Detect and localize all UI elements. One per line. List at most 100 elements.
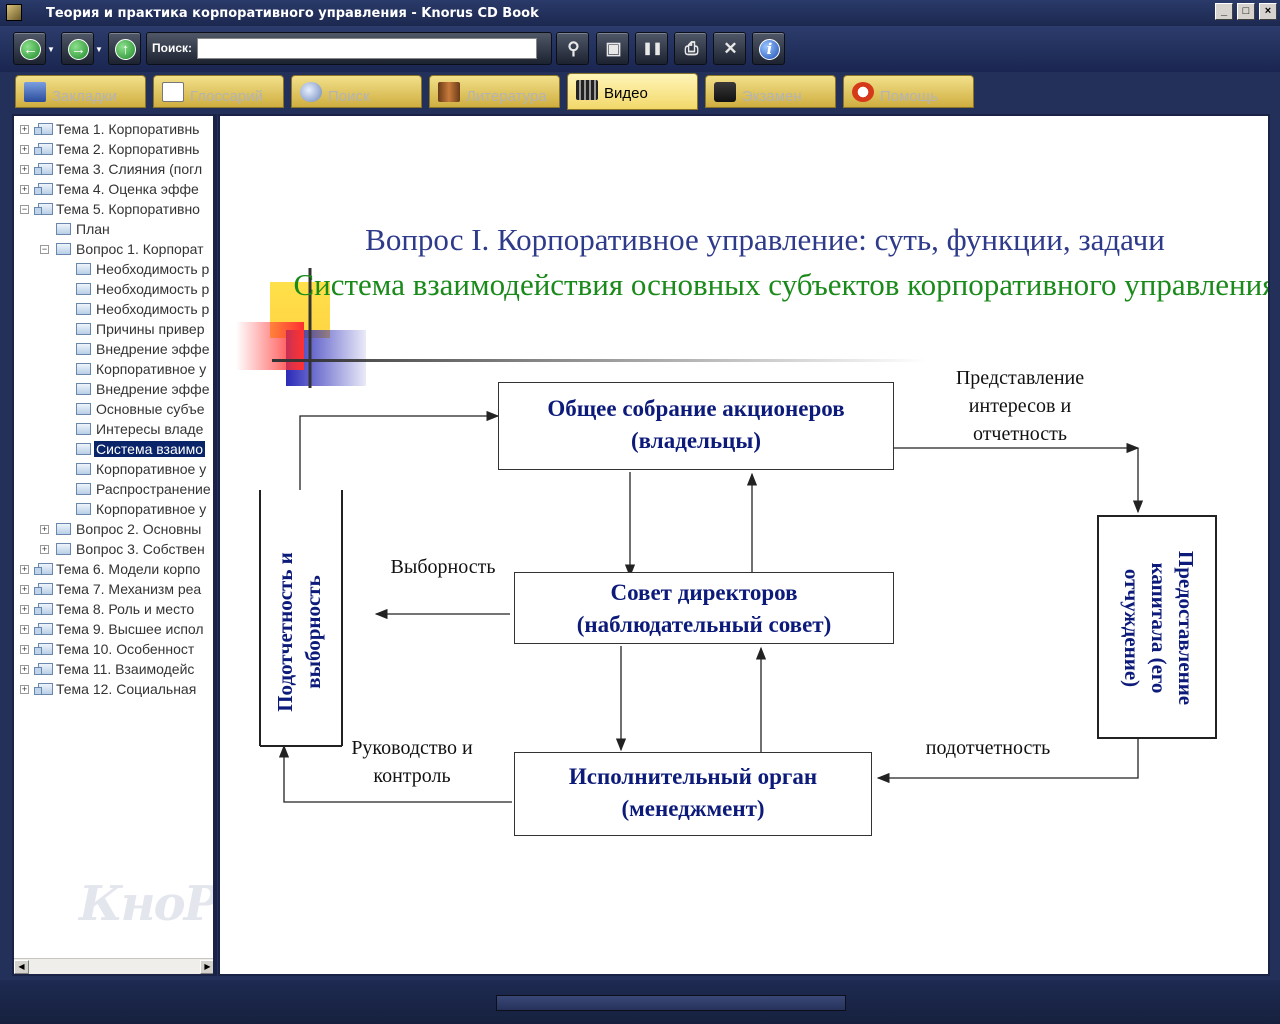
tree-item[interactable]: Корпоративное у [14,460,214,480]
find-button[interactable]: ⚲ [556,32,589,65]
bookmark-button[interactable]: ❚❚ [635,32,668,65]
panel-splitter[interactable] [213,116,217,974]
abc-icon [162,82,184,102]
page-slider[interactable] [496,995,846,1011]
topic-icon [34,163,53,175]
title-bar: Теория и практика корпоративного управле… [0,0,1280,26]
tree-item-label: Тема 4. Оценка эффе [56,181,199,197]
arrow-up-icon: ↑ [115,39,136,60]
tab-search[interactable]: Поиск [291,75,422,108]
tab-glossary[interactable]: Глоссарий [153,75,284,108]
tree-item-label: Необходимость р [96,261,210,277]
tree-item-label: Необходимость р [96,301,210,317]
page-icon [76,283,91,295]
tab-help[interactable]: Помощь [843,75,974,108]
tree-item[interactable]: + Тема 12. Социальная [14,680,214,700]
up-button[interactable]: ↑ [108,32,141,65]
app-icon[interactable] [6,4,22,21]
slide-viewer: Вопрос I. Корпоративное управление: суть… [218,114,1270,976]
tree-item[interactable]: + Вопрос 2. Основны [14,520,214,540]
maximize-button[interactable]: □ [1237,3,1255,20]
forward-button[interactable]: → [61,32,94,65]
collapse-icon[interactable]: − [40,245,49,254]
tree-item[interactable]: + Тема 8. Роль и место [14,600,214,620]
screen-button[interactable]: ▣ [596,32,629,65]
tree-item[interactable]: Необходимость р [14,260,214,280]
tree-item[interactable]: Необходимость р [14,300,214,320]
tree-item[interactable]: Необходимость р [14,280,214,300]
tree-item[interactable]: Распространение [14,480,214,500]
page-icon [76,363,91,375]
tree-item[interactable]: + Тема 9. Высшее испол [14,620,214,640]
toolbar: ← ▼ → ▼ ↑ Поиск: ⚲ ▣ ❚❚ ⎙ ✕ i [0,26,1280,72]
tree-item-label: Необходимость р [96,281,210,297]
expand-icon[interactable]: + [20,165,29,174]
tools-button[interactable]: ✕ [713,32,746,65]
back-history-dropdown[interactable]: ▼ [47,45,55,55]
tree-item-label: Распространение [96,481,211,497]
back-button[interactable]: ← [13,32,46,65]
info-button[interactable]: i [752,32,785,65]
tree-item[interactable]: + Тема 10. Особенност [14,640,214,660]
tree-item[interactable]: Интересы владе [14,420,214,440]
print-button[interactable]: ⎙ [674,32,707,65]
window-title: Теория и практика корпоративного управле… [46,6,539,21]
tree-item[interactable]: + Тема 1. Корпоративнь [14,120,214,140]
tab-literature[interactable]: Литература [429,75,560,108]
topic-icon [34,623,53,635]
tab-label: Поиск [328,88,370,105]
magnifier-icon [300,82,322,102]
collapse-icon[interactable]: − [20,205,29,214]
slide-subtitle: Система взаимодействия основных субъекто… [293,267,1270,302]
tree-item[interactable]: Система взаимо [14,440,214,460]
expand-icon[interactable]: + [20,645,29,654]
page-icon [76,443,91,455]
tree-item[interactable]: Корпоративное у [14,360,214,380]
expand-icon[interactable]: + [20,605,29,614]
expand-icon[interactable]: + [20,565,29,574]
tree-item[interactable]: Основные субъе [14,400,214,420]
expand-icon[interactable]: + [40,525,49,534]
box-line: Совет директоров [610,580,798,605]
horizontal-scrollbar[interactable]: ◀ ▶ [14,958,215,974]
expand-icon[interactable]: + [20,185,29,194]
expand-icon[interactable]: + [20,585,29,594]
expand-icon[interactable]: + [20,665,29,674]
tab-exam[interactable]: Экзамен [705,75,836,108]
tree-item[interactable]: − Тема 5. Корпоративно [14,200,214,220]
tab-bookmarks[interactable]: Закладки [15,75,146,108]
expand-icon[interactable]: + [20,625,29,634]
scroll-left-button[interactable]: ◀ [14,960,29,974]
tree-item-label: Вопрос 2. Основны [76,521,202,537]
magnifier-icon: ⚲ [567,39,580,58]
expand-icon[interactable]: + [20,685,29,694]
tree-item[interactable]: + Тема 7. Механизм реа [14,580,214,600]
tree-item[interactable]: + Вопрос 3. Собствен [14,540,214,560]
tree-item[interactable]: + Тема 2. Корпоративнь [14,140,214,160]
tab-label: Помощь [880,88,938,105]
expand-icon[interactable]: + [40,545,49,554]
tree-item[interactable]: + Тема 3. Слияния (погл [14,160,214,180]
tree-item[interactable]: + Тема 6. Модели корпо [14,560,214,580]
tab-label: Литература [466,88,547,105]
tree-item[interactable]: − Вопрос 1. Корпорат [14,240,214,260]
forward-history-dropdown[interactable]: ▼ [95,45,103,55]
expand-icon[interactable]: + [20,125,29,134]
label-line: Представление [955,367,1085,389]
tree-item[interactable]: Корпоративное у [14,500,214,520]
expand-icon[interactable]: + [20,145,29,154]
tree-item[interactable]: + Тема 4. Оценка эффе [14,180,214,200]
tab-video[interactable]: Видео [567,73,698,110]
close-button[interactable]: × [1259,3,1277,20]
tree-item[interactable]: Внедрение эффе [14,380,214,400]
minimize-button[interactable]: _ [1215,3,1233,20]
tree-item[interactable]: Внедрение эффе [14,340,214,360]
tree-item[interactable]: + Тема 11. Взаимодейс [14,660,214,680]
tree-item[interactable]: План [14,220,214,240]
book-icon: ❚❚ [642,41,663,55]
tree-item[interactable]: Причины привер [14,320,214,340]
status-bar [0,980,1280,1024]
search-input[interactable] [197,38,537,59]
publisher-watermark: КноРус [79,876,217,932]
box-line: Общее собрание акционеров [547,396,845,421]
